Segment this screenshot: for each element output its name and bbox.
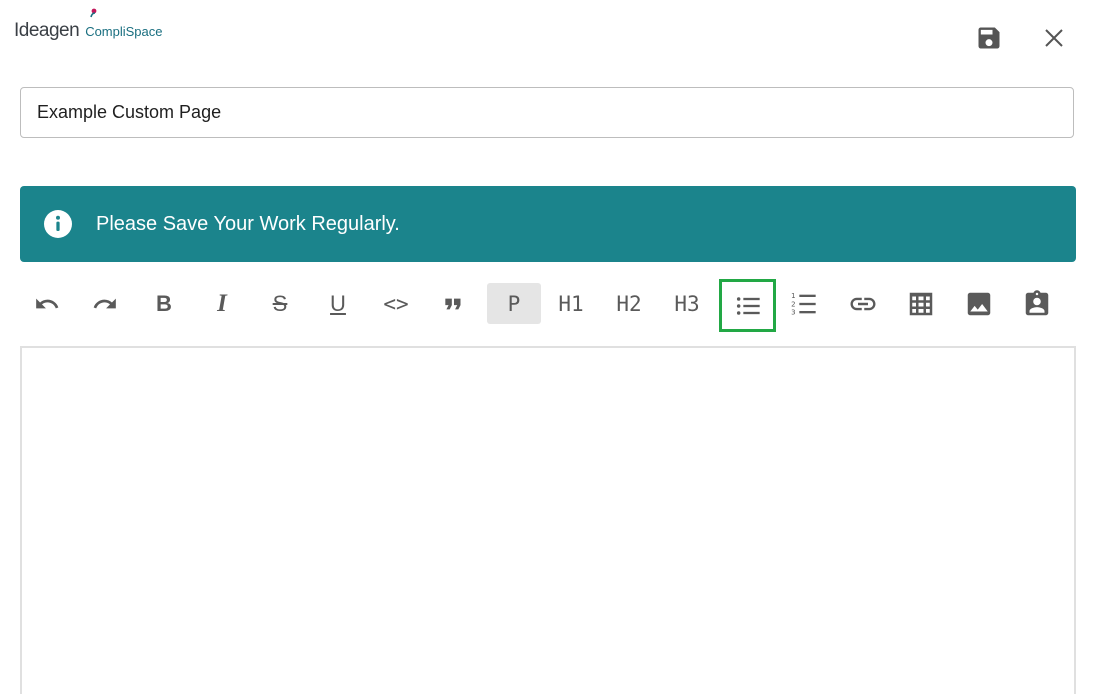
close-icon xyxy=(1045,29,1063,47)
info-icon xyxy=(44,210,72,238)
table-icon xyxy=(909,292,933,315)
svg-text:3: 3 xyxy=(791,308,795,316)
heading-2-label: H2 xyxy=(616,291,642,316)
svg-text:2: 2 xyxy=(791,300,795,308)
save-button[interactable] xyxy=(973,22,1005,54)
svg-text:1: 1 xyxy=(791,292,795,300)
quote-icon xyxy=(445,298,461,309)
save-icon xyxy=(978,27,1000,49)
bold-button[interactable]: B xyxy=(137,283,191,324)
table-button[interactable] xyxy=(894,283,948,324)
undo-button[interactable] xyxy=(20,283,74,324)
editor-content-area[interactable] xyxy=(20,346,1076,694)
heading-1-label: H1 xyxy=(558,291,584,316)
undo-icon xyxy=(36,298,59,308)
redo-icon xyxy=(93,298,116,308)
image-icon xyxy=(967,292,991,315)
heading-3-label: H3 xyxy=(674,291,700,316)
close-button[interactable] xyxy=(1038,22,1070,54)
paragraph-button[interactable]: P xyxy=(487,283,541,324)
image-button[interactable] xyxy=(952,283,1006,324)
logo-subbrand: CompliSpace xyxy=(85,24,163,39)
heading-2-button[interactable]: H2 xyxy=(602,283,656,324)
italic-label: I xyxy=(217,289,227,317)
strikethrough-button[interactable]: S xyxy=(253,283,307,324)
custom-page-editor: Ideagen CompliSpace Please Save Your Wor… xyxy=(0,0,1094,694)
clipboard-user-icon xyxy=(1025,289,1049,315)
logo-mark-icon xyxy=(90,8,97,18)
logo-wordmark: Ideagen xyxy=(14,20,80,41)
bullet-list-icon xyxy=(736,296,760,315)
logo: Ideagen CompliSpace xyxy=(14,8,163,41)
link-icon xyxy=(850,297,876,310)
editor-toolbar: B I S U <> P H1 H2 H3 1 2 3 xyxy=(18,279,1078,332)
redo-button[interactable] xyxy=(78,283,132,324)
banner-message: Please Save Your Work Regularly. xyxy=(96,212,400,235)
paragraph-label: P xyxy=(507,291,521,316)
numbered-list-button[interactable]: 1 2 3 xyxy=(777,283,831,324)
heading-3-button[interactable]: H3 xyxy=(660,283,714,324)
bullet-list-button[interactable] xyxy=(719,279,776,332)
italic-button[interactable]: I xyxy=(195,283,249,324)
info-banner: Please Save Your Work Regularly. xyxy=(20,186,1076,262)
underline-label: U xyxy=(330,290,346,316)
numbered-list-icon: 1 2 3 xyxy=(791,292,816,316)
code-button[interactable]: <> xyxy=(369,283,423,324)
template-button[interactable] xyxy=(1010,283,1064,324)
page-title-input[interactable] xyxy=(20,87,1074,138)
heading-1-button[interactable]: H1 xyxy=(544,283,598,324)
link-button[interactable] xyxy=(836,283,890,324)
blockquote-button[interactable] xyxy=(427,283,481,324)
code-label: <> xyxy=(383,291,409,316)
underline-button[interactable]: U xyxy=(311,283,365,324)
bold-label: B xyxy=(156,290,172,316)
strikethrough-label: S xyxy=(272,290,288,316)
